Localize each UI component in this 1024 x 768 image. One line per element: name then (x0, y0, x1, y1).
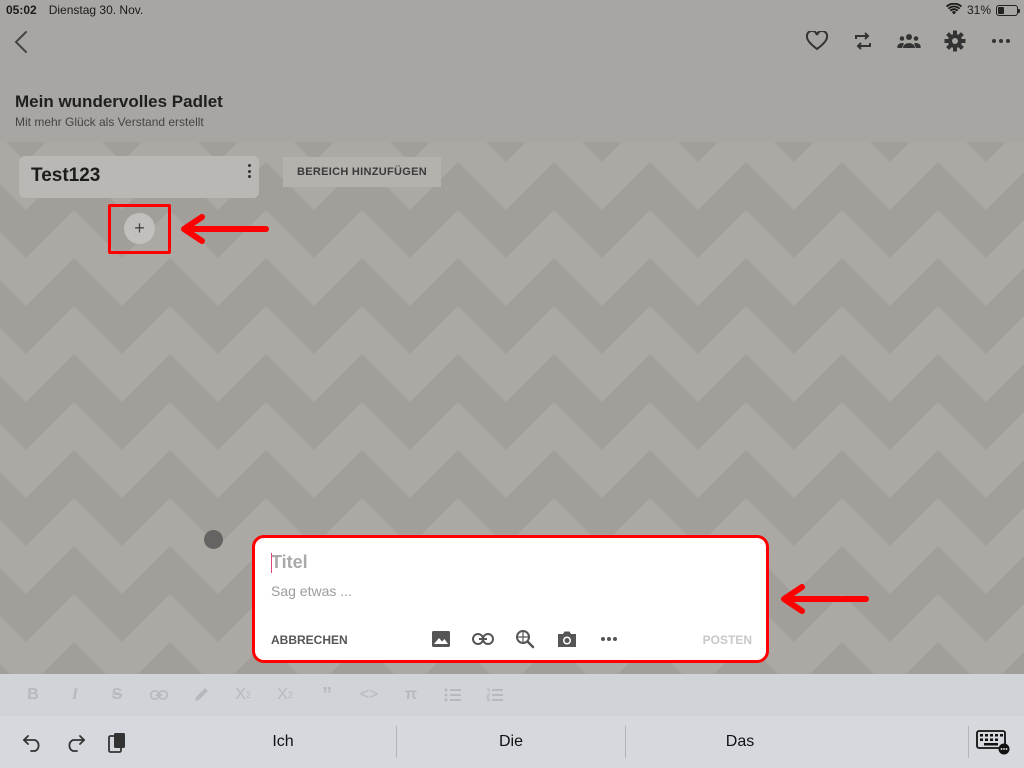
battery-fill (998, 6, 1004, 14)
battery-percent: 31% (966, 3, 991, 17)
padlet-title[interactable]: Mein wundervolles Padlet (15, 92, 1009, 112)
quote-icon[interactable]: ” (306, 680, 348, 710)
strikethrough-icon[interactable]: S (96, 680, 138, 710)
add-section-button[interactable]: BEREICH HINZUFÜGEN (283, 157, 441, 187)
wifi-icon (945, 2, 962, 18)
text-caret (271, 553, 272, 573)
drag-handle[interactable] (204, 530, 223, 549)
post-composer: ABBRECHEN POSTEN (257, 540, 764, 658)
keyboard-dismiss-icon[interactable] (976, 728, 1010, 756)
heart-icon[interactable] (804, 28, 830, 54)
padlet-subtitle[interactable]: Mit mehr Glück als Verstand erstellt (15, 115, 1009, 129)
more-icon[interactable] (597, 628, 621, 650)
post-button[interactable]: POSTEN (703, 633, 752, 647)
arrow-left-icon (181, 214, 269, 244)
suggestion-1[interactable]: Ich (170, 726, 396, 758)
code-icon[interactable]: <> (348, 680, 390, 710)
arrow-left-icon (781, 584, 869, 614)
composer-tools (429, 628, 621, 650)
battery-icon (996, 4, 1020, 16)
section-title[interactable]: Test123 (31, 165, 247, 187)
bold-icon[interactable]: B (12, 680, 54, 710)
status-time: 05:02 (6, 3, 37, 17)
toolbar-actions (804, 28, 1014, 54)
padlet-header: Mein wundervolles Padlet Mit mehr Glück … (0, 68, 1024, 142)
suggestion-3[interactable]: Das (626, 726, 854, 758)
highlight-pen-icon[interactable] (180, 680, 222, 710)
back-icon[interactable] (10, 28, 34, 56)
camera-icon[interactable] (555, 628, 579, 650)
image-icon[interactable] (429, 628, 453, 650)
keyboard-bar: Ich Die Das (0, 716, 1024, 768)
status-bar: 05:02 Dienstag 30. Nov. 31% (0, 0, 1024, 20)
suggestion-2[interactable]: Die (397, 726, 625, 758)
add-post-button[interactable]: + (124, 213, 155, 244)
redo-icon[interactable] (62, 730, 88, 756)
link-icon[interactable] (471, 628, 495, 650)
pi-icon[interactable]: π (390, 680, 432, 710)
post-body-input[interactable] (271, 583, 691, 599)
search-web-icon[interactable] (513, 628, 537, 650)
suggestion-divider (968, 726, 969, 758)
cancel-button[interactable]: ABBRECHEN (271, 633, 348, 647)
numbered-list-icon[interactable] (474, 680, 516, 710)
undo-icon[interactable] (20, 730, 46, 756)
bullet-list-icon[interactable] (432, 680, 474, 710)
gear-icon[interactable] (942, 28, 968, 54)
people-icon[interactable] (896, 28, 922, 54)
status-date: Dienstag 30. Nov. (48, 3, 144, 17)
format-toolbar: B I S X2 X2 ” <> π (0, 674, 1024, 716)
subscript-icon[interactable]: X2 (264, 680, 306, 710)
more-icon[interactable] (988, 28, 1014, 54)
italic-icon[interactable]: I (54, 680, 96, 710)
section-menu-icon[interactable] (245, 164, 253, 178)
link-format-icon[interactable] (138, 680, 180, 710)
section-card[interactable]: Test123 (19, 156, 259, 198)
post-title-input[interactable] (271, 552, 691, 573)
top-toolbar (0, 20, 1024, 68)
paste-icon[interactable] (104, 730, 130, 756)
superscript-icon[interactable]: X2 (222, 680, 264, 710)
status-right: 31% (945, 2, 1020, 18)
keyboard-left-tools (20, 730, 130, 756)
remake-icon[interactable] (850, 28, 876, 54)
